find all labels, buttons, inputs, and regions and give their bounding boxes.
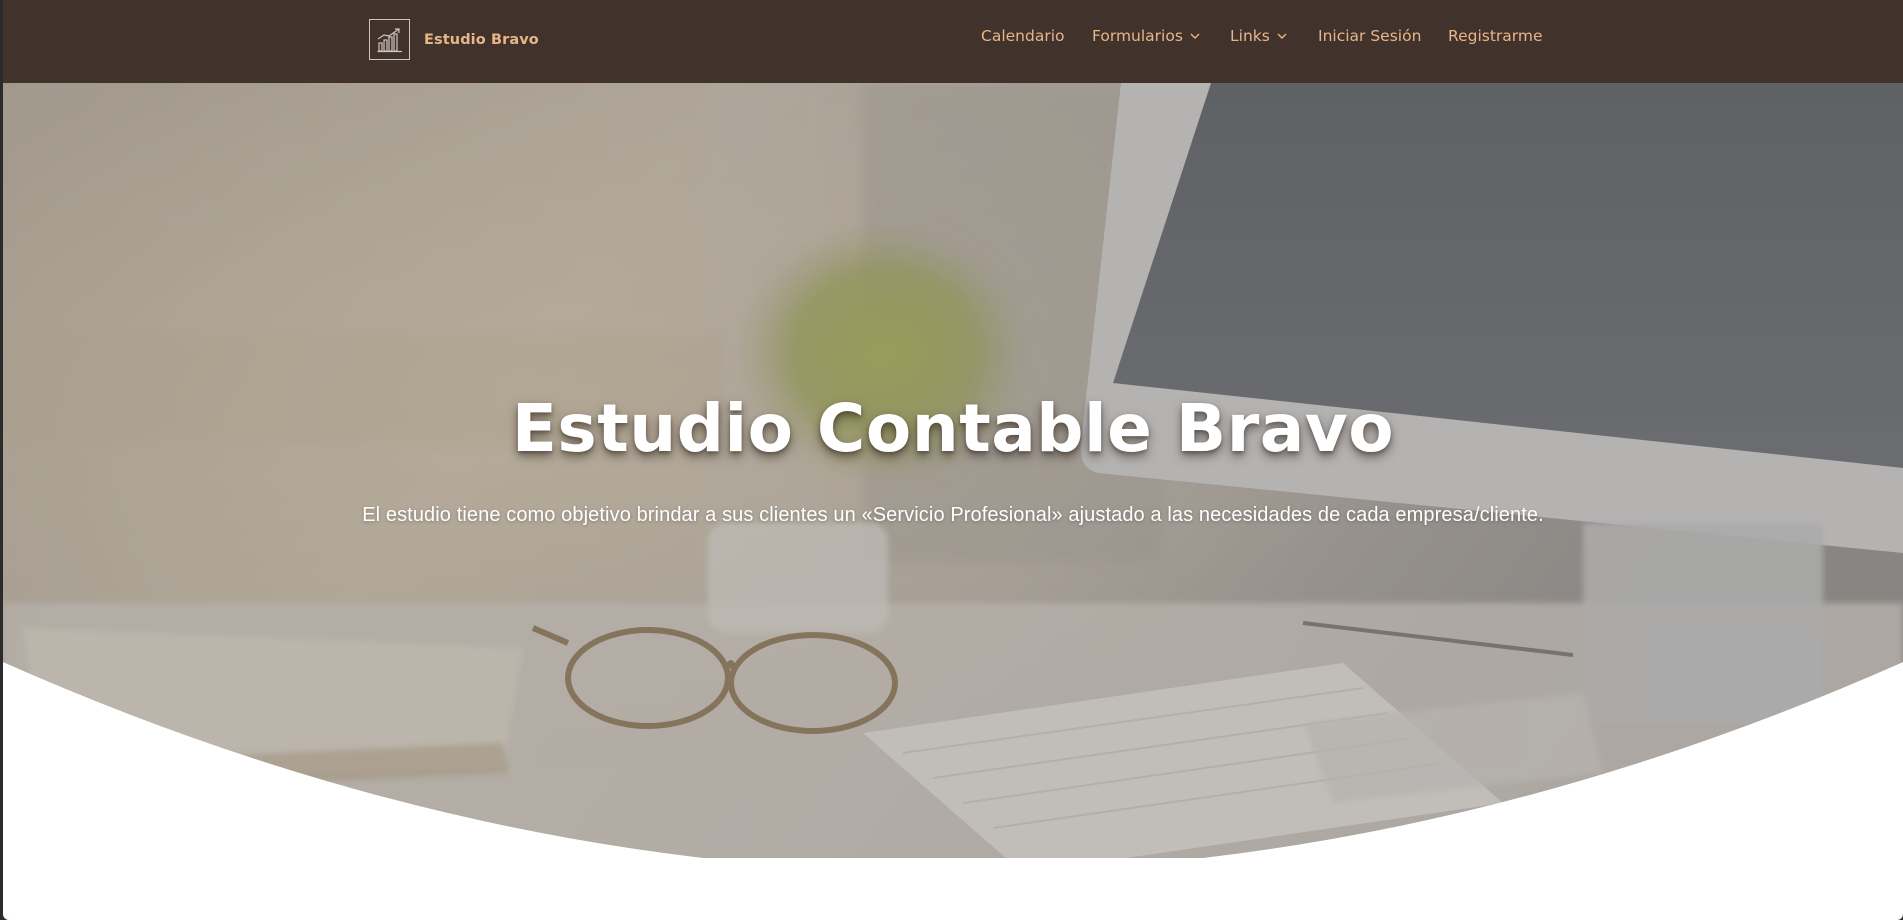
nav-item-calendario[interactable]: Calendario	[981, 27, 1065, 45]
nav-item-label: Iniciar Sesión	[1318, 27, 1422, 45]
nav-item-label: Formularios	[1092, 27, 1183, 45]
hero-section: Estudio Contable Bravo El estudio tiene …	[3, 83, 1903, 858]
nav-item-label: Links	[1230, 27, 1270, 45]
chevron-down-icon	[1190, 33, 1200, 39]
nav-item-formularios[interactable]: Formularios	[1092, 27, 1200, 45]
site-header: Estudio Bravo Calendario Formularios Lin…	[3, 0, 1903, 83]
page: Estudio Bravo Calendario Formularios Lin…	[3, 0, 1903, 920]
chevron-down-icon	[1277, 33, 1287, 39]
nav-item-label: Calendario	[981, 27, 1065, 45]
nav-item-links[interactable]: Links	[1230, 27, 1287, 45]
nav-item-label: Registrarme	[1448, 27, 1543, 45]
bar-chart-growth-icon	[369, 19, 410, 60]
hero-title: Estudio Contable Bravo	[511, 390, 1395, 467]
nav-item-registrarme[interactable]: Registrarme	[1448, 27, 1543, 45]
brand-name: Estudio Bravo	[424, 31, 539, 48]
hero-background-image	[3, 83, 1903, 858]
hero-subtitle: El estudio tiene como objetivo brindar a…	[362, 504, 1544, 526]
nav-item-iniciar-sesion[interactable]: Iniciar Sesión	[1318, 27, 1421, 45]
brand-link[interactable]: Estudio Bravo	[369, 19, 539, 60]
